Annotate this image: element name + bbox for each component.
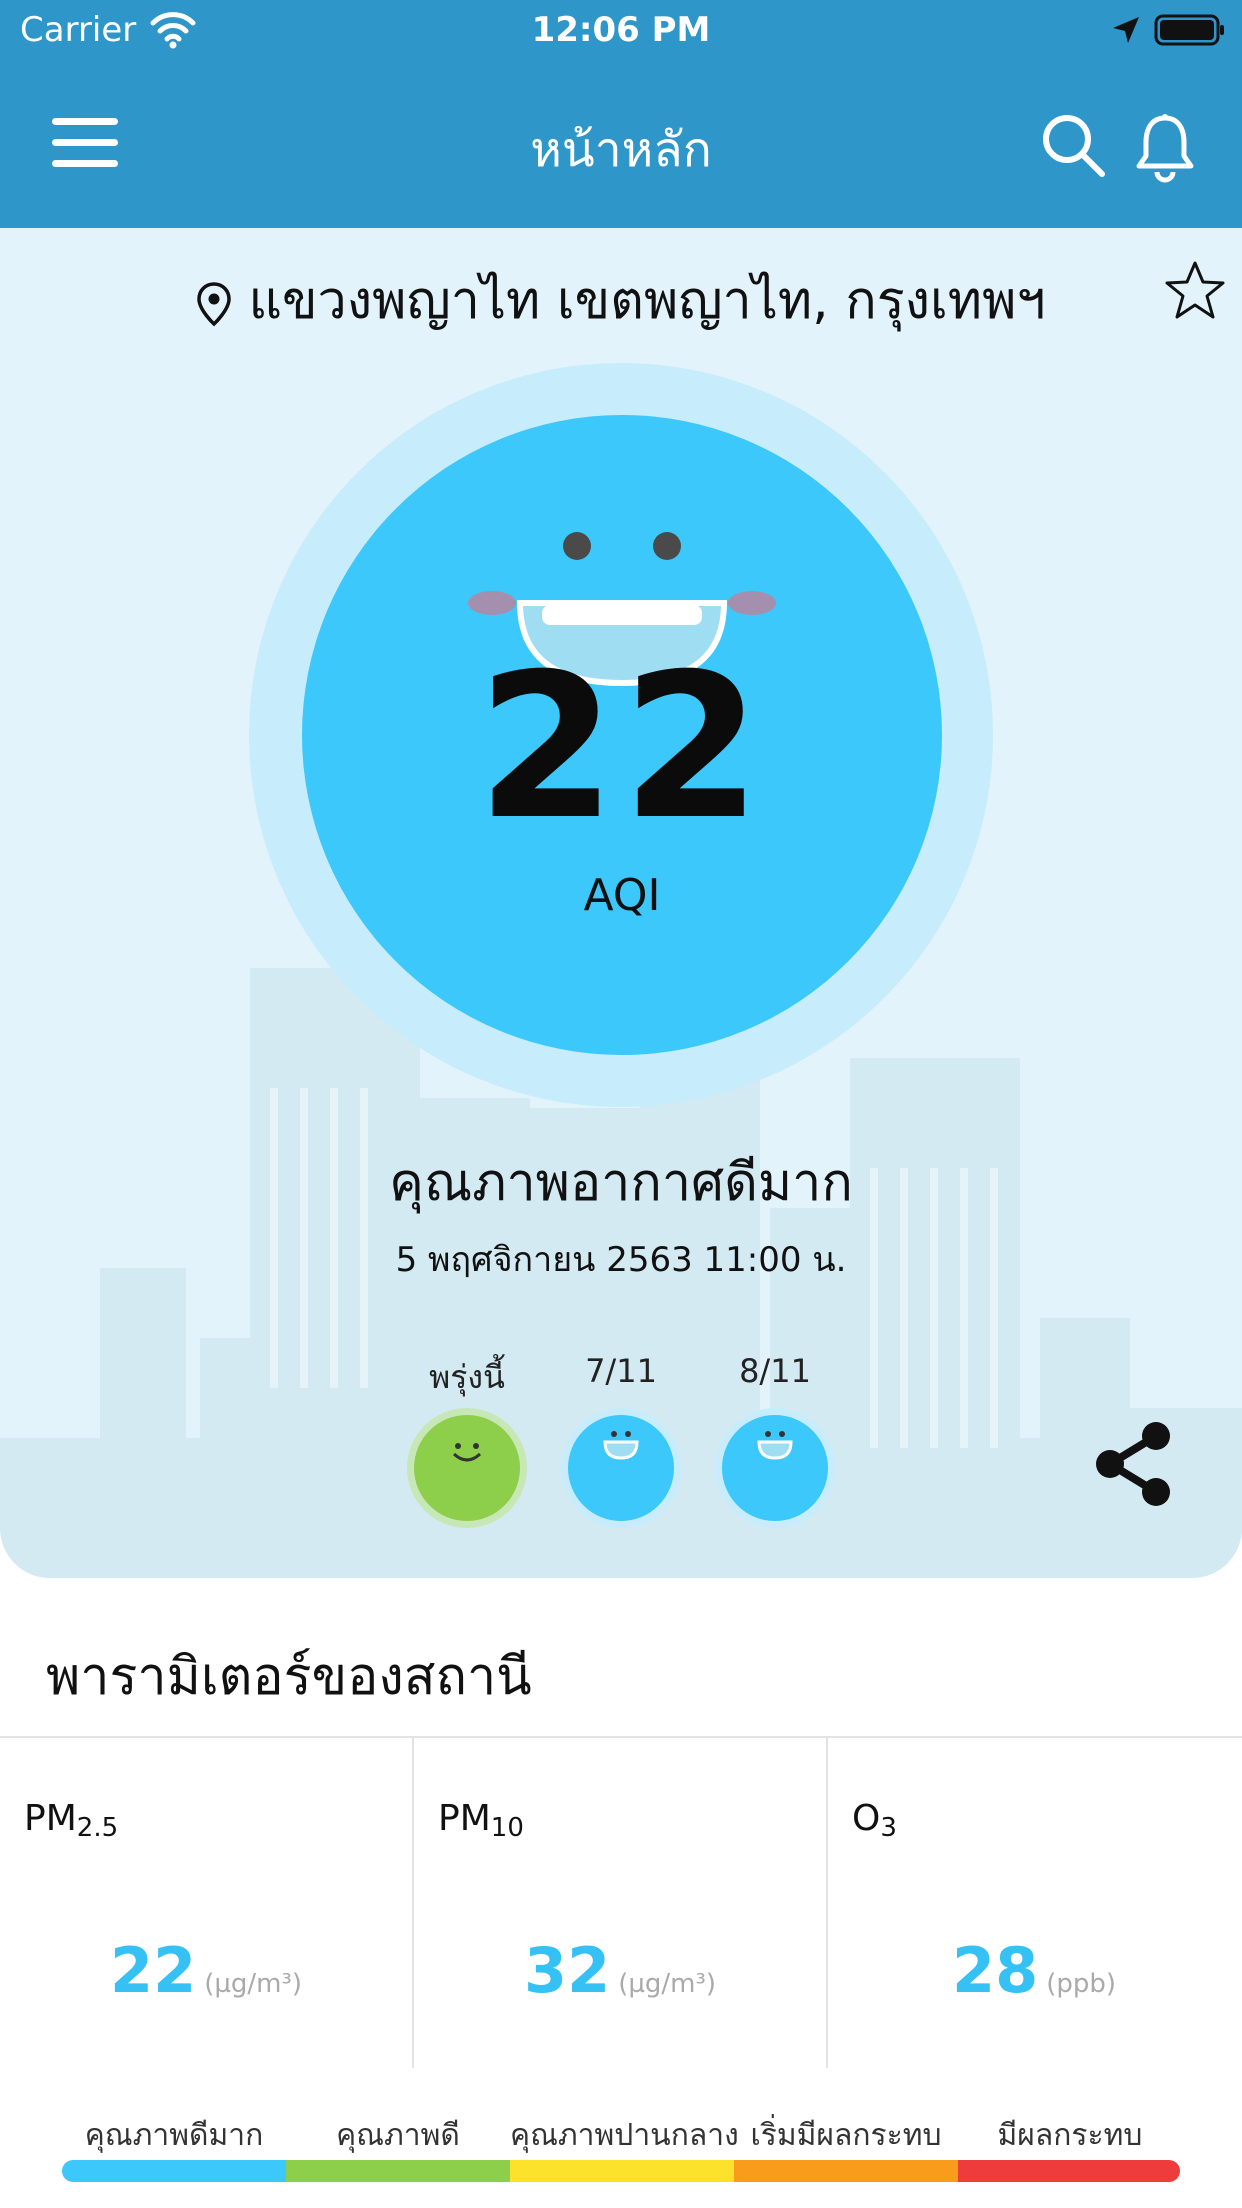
forecast-label-tomorrow: พรุ่งนี้ xyxy=(429,1358,505,1396)
legend-label-good: คุณภาพดี xyxy=(336,2118,460,2153)
param-value: 32 xyxy=(523,1934,611,2007)
param-name: PM2.5 xyxy=(24,1798,119,1843)
param-unit: (µg/m³) xyxy=(204,1969,303,1999)
aqi-hero-panel: แขวงพญาไท เขตพญาไท, กรุงเทพฯ 22 AQI คุณภ… xyxy=(0,228,1242,1578)
search-icon[interactable] xyxy=(1040,112,1106,178)
share-icon[interactable] xyxy=(1090,1418,1176,1510)
param-unit: (ppb) xyxy=(1046,1969,1117,1999)
forecast-label-day2: 7/11 xyxy=(585,1352,657,1390)
star-icon[interactable] xyxy=(1162,258,1228,324)
forecast-tomorrow-face-icon[interactable] xyxy=(405,1406,529,1530)
param-reading: 22 (µg/m³) xyxy=(0,1934,412,2007)
forecast-day3-face-icon[interactable] xyxy=(713,1406,837,1530)
param-pm25-card[interactable]: PM2.5 22 (µg/m³) xyxy=(0,1738,414,2068)
legend-label-very-good: คุณภาพดีมาก xyxy=(84,2118,264,2153)
param-value: 22 xyxy=(109,1934,197,2007)
parameters-section-title: พารามิเตอร์ของสถานี xyxy=(46,1647,532,1707)
legend-label-moderate: คุณภาพปานกลาง xyxy=(510,2118,739,2153)
param-o3-card[interactable]: O3 28 (ppb) xyxy=(828,1738,1240,2068)
legend-bar-impact xyxy=(958,2160,1180,2182)
measurement-datetime: 5 พฤศจิกายน 2563 11:00 น. xyxy=(395,1240,847,1280)
legend-bar-starting-impact xyxy=(734,2160,958,2182)
param-value: 28 xyxy=(951,1934,1039,2007)
forecast-day2-face-icon[interactable] xyxy=(559,1406,683,1530)
param-reading: 32 (µg/m³) xyxy=(414,1934,826,2007)
aqi-value: 22 xyxy=(476,631,768,864)
param-pm10-card[interactable]: PM10 32 (µg/m³) xyxy=(414,1738,828,2068)
bell-icon[interactable] xyxy=(1134,112,1196,184)
location-arrow-icon xyxy=(1113,17,1139,43)
legend-label-impact: มีผลกระทบ xyxy=(997,2118,1143,2153)
legend-label-starting-impact: เริ่มมีผลกระทบ xyxy=(750,2118,942,2153)
legend-bar-good xyxy=(286,2160,510,2182)
legend-bar-very-good xyxy=(62,2160,286,2182)
param-name: PM10 xyxy=(438,1798,524,1843)
aqi-unit-label: AQI xyxy=(583,870,661,921)
param-reading: 28 (ppb) xyxy=(828,1934,1240,2007)
status-bar: Carrier 12:06 PM xyxy=(0,0,1242,64)
param-name: O3 xyxy=(852,1798,897,1843)
battery-icon xyxy=(1154,14,1224,46)
legend-bar-moderate xyxy=(510,2160,734,2182)
header-bar: Carrier 12:06 PM หน้าหลัก xyxy=(0,0,1242,228)
status-time: 12:06 PM xyxy=(531,10,711,50)
param-unit: (µg/m³) xyxy=(618,1969,717,1999)
location-title[interactable]: แขวงพญาไท เขตพญาไท, กรุงเทพฯ xyxy=(0,258,1242,341)
location-name: แขวงพญาไท เขตพญาไท, กรุงเทพฯ xyxy=(248,271,1046,331)
air-quality-status: คุณภาพอากาศดีมาก xyxy=(389,1153,853,1213)
forecast-label-day3: 8/11 xyxy=(739,1352,811,1390)
map-pin-icon xyxy=(197,282,232,327)
